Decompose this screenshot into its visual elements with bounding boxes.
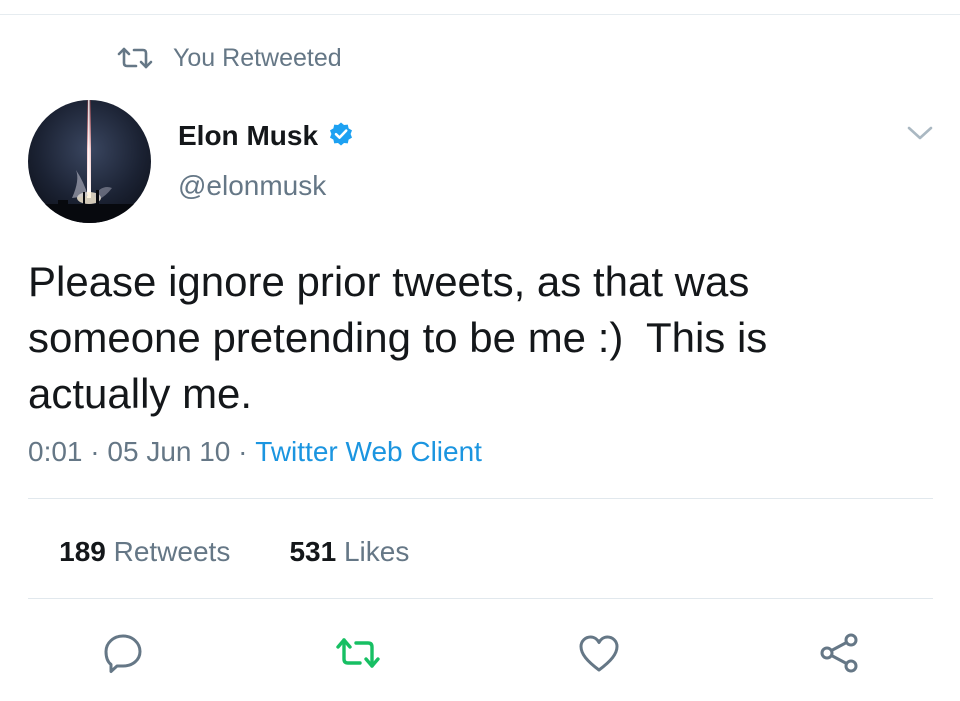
like-button[interactable] bbox=[574, 628, 624, 678]
likes-stat[interactable]: 531 Likes bbox=[258, 504, 409, 600]
meta-separator: · bbox=[82, 436, 108, 467]
tweet-stats: 189 Retweets 531 Likes bbox=[28, 532, 409, 572]
chevron-down-icon bbox=[905, 126, 935, 149]
author-name[interactable]: Elon Musk bbox=[178, 120, 318, 152]
reply-button[interactable] bbox=[98, 628, 148, 678]
retweet-icon bbox=[117, 46, 153, 70]
divider bbox=[28, 598, 933, 599]
reply-icon bbox=[101, 631, 145, 675]
tweet-time: 0:01 bbox=[28, 436, 83, 467]
retweets-count: 189 bbox=[59, 536, 106, 567]
retweets-stat[interactable]: 189 Retweets bbox=[28, 504, 230, 600]
tweet-date: 05 Jun 10 bbox=[107, 436, 231, 467]
share-button[interactable] bbox=[814, 628, 864, 678]
tweet-text: Please ignore prior tweets, as that was … bbox=[28, 258, 779, 417]
retweet-context-label: You Retweeted bbox=[173, 43, 342, 72]
share-icon bbox=[817, 631, 861, 675]
author-handle[interactable]: @elonmusk bbox=[178, 170, 326, 202]
tweet-meta: 0:01 · 05 Jun 10 · Twitter Web Client bbox=[28, 432, 482, 472]
heart-icon bbox=[577, 633, 621, 673]
likes-label: Likes bbox=[336, 536, 410, 567]
retweet-button[interactable] bbox=[333, 628, 383, 678]
rocket-launch-avatar bbox=[28, 100, 151, 223]
meta-separator: · bbox=[230, 436, 256, 467]
top-divider bbox=[0, 14, 960, 15]
retweet-icon bbox=[335, 636, 381, 670]
retweet-context: You Retweeted bbox=[117, 40, 342, 76]
verified-badge-icon bbox=[328, 121, 354, 152]
likes-count: 531 bbox=[289, 536, 337, 567]
tweet-source-link[interactable]: Twitter Web Client bbox=[255, 436, 482, 468]
author-name-row[interactable]: Elon Musk bbox=[178, 116, 354, 156]
tweet-menu-button[interactable] bbox=[905, 121, 935, 145]
divider bbox=[28, 498, 933, 499]
avatar[interactable] bbox=[28, 100, 151, 223]
retweets-label: Retweets bbox=[105, 536, 231, 567]
